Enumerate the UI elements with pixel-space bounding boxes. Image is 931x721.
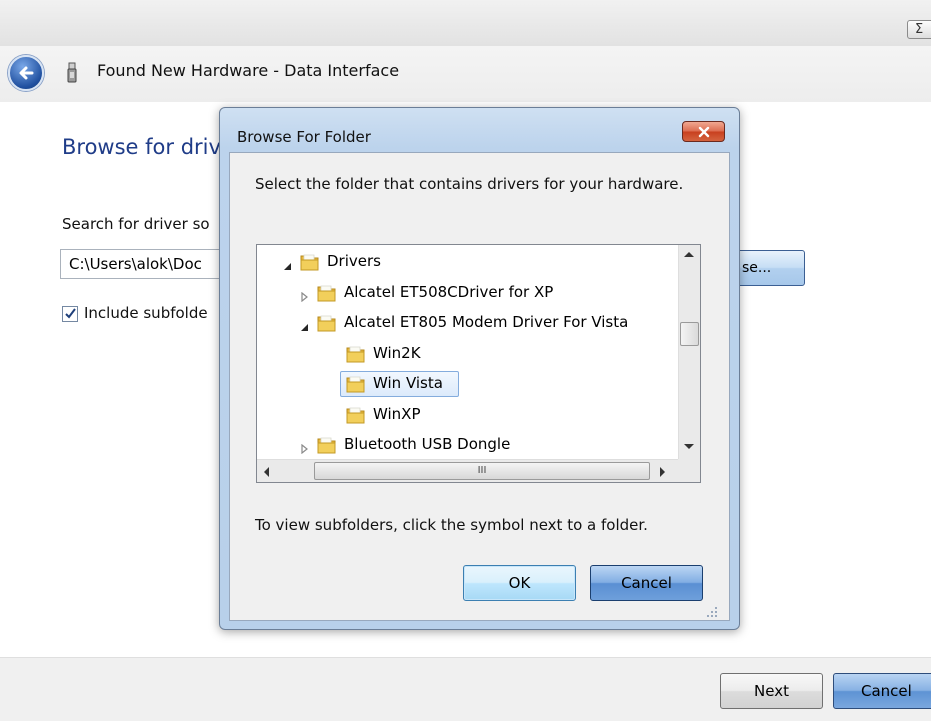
scroll-right-arrow-icon[interactable] — [660, 467, 665, 477]
scroll-up-arrow-icon[interactable] — [684, 252, 694, 257]
folder-icon — [317, 313, 337, 337]
folder-icon — [317, 435, 337, 459]
scroll-left-arrow-icon[interactable] — [264, 467, 269, 477]
tree-item-label: Win Vista — [373, 374, 443, 392]
tree-vertical-scrollbar[interactable] — [678, 245, 700, 459]
tree-item[interactable]: Drivers — [257, 249, 678, 275]
tree-item-label: Alcatel ET508CDriver for XP — [344, 282, 554, 301]
scroll-down-arrow-icon[interactable] — [684, 444, 694, 449]
check-icon — [65, 308, 76, 319]
search-location-label: Search for driver so — [62, 215, 210, 233]
collapse-arrow-icon[interactable] — [300, 318, 309, 336]
window-titlebar — [0, 0, 931, 46]
wizard-cancel-button[interactable]: Cancel — [833, 673, 931, 709]
tree-item-label: WinXP — [373, 404, 421, 423]
page-heading: Browse for driv — [62, 135, 221, 159]
tree-item-label: Bluetooth USB Dongle — [344, 435, 511, 453]
collapse-arrow-icon[interactable] — [283, 257, 292, 275]
include-subfolders-checkbox[interactable] — [62, 306, 78, 322]
folder-icon — [300, 252, 320, 276]
back-arrow-icon — [19, 66, 34, 80]
usb-device-icon — [67, 62, 77, 83]
expand-arrow-icon[interactable] — [300, 288, 309, 306]
tree-horizontal-scrollbar[interactable]: III — [257, 459, 678, 482]
dialog-close-button[interactable] — [682, 121, 725, 142]
horizontal-scroll-thumb[interactable]: III — [314, 462, 650, 480]
dialog-cancel-button[interactable]: Cancel — [590, 565, 703, 601]
tree-item[interactable]: Win2K — [257, 341, 678, 367]
expand-arrow-icon[interactable] — [300, 440, 309, 458]
tree-item-label: Drivers — [327, 252, 381, 270]
dialog-hint: To view subfolders, click the symbol nex… — [255, 516, 648, 534]
wizard-title: Found New Hardware - Data Interface — [97, 61, 400, 80]
folder-tree[interactable]: Drivers Alcatel ET508CDriver for XP Alcate… — [256, 244, 701, 483]
tree-item[interactable]: Alcatel ET805 Modem Driver For Vista — [257, 310, 678, 336]
tree-item-label: Alcatel ET805 Modem Driver For Vista — [344, 313, 629, 331]
vertical-scroll-thumb[interactable] — [680, 322, 699, 346]
back-button[interactable] — [8, 55, 44, 91]
tree-item[interactable]: WinXP — [257, 402, 678, 428]
resize-grip-icon[interactable] — [706, 606, 718, 618]
include-subfolders-label: Include subfolde — [84, 304, 208, 322]
window-close-button[interactable]: Σ — [907, 20, 931, 39]
folder-icon — [317, 283, 337, 307]
dialog-title: Browse For Folder — [237, 128, 371, 146]
folder-icon — [346, 344, 366, 368]
next-button[interactable]: Next — [720, 673, 823, 709]
folder-icon — [346, 374, 366, 398]
close-icon — [698, 126, 710, 138]
ok-button[interactable]: OK — [463, 565, 576, 601]
folder-icon — [346, 405, 366, 429]
dialog-instruction: Select the folder that contains drivers … — [255, 175, 684, 193]
scrollbar-corner — [678, 459, 700, 482]
tree-item[interactable]: Alcatel ET508CDriver for XP — [257, 280, 678, 306]
tree-item[interactable]: Win Vista — [257, 371, 678, 397]
tree-item[interactable]: Bluetooth USB Dongle — [257, 432, 678, 458]
tree-item-label: Win2K — [373, 343, 421, 362]
driver-path-input[interactable]: C:\Users\alok\Doc — [60, 249, 240, 279]
